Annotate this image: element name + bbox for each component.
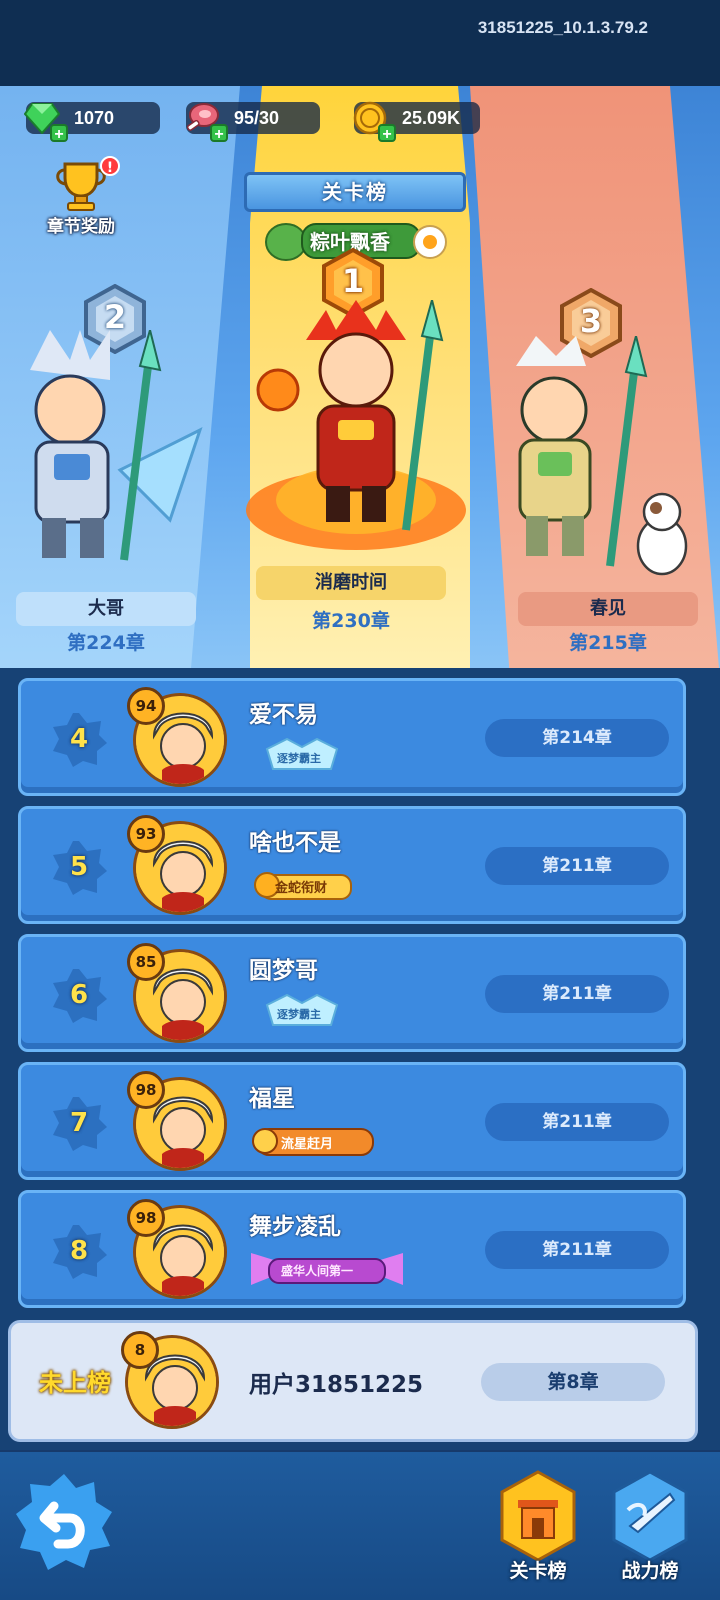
reward-alert-badge: ! bbox=[100, 156, 120, 176]
rank-2-hero[interactable] bbox=[0, 330, 210, 580]
gem-amount: 1070 bbox=[74, 107, 115, 128]
tab-stage-board-label: 关卡榜 bbox=[509, 1560, 567, 1582]
add-gem-icon[interactable]: + bbox=[50, 124, 68, 143]
title-badge: 逐梦霸主 bbox=[247, 991, 357, 1035]
ranking-row[interactable]: 4 94 爱不易 逐梦霸主 第214章 bbox=[18, 678, 686, 796]
stamina-amount: 95/30 bbox=[234, 107, 280, 128]
level-badge: 98 bbox=[127, 1199, 165, 1237]
title-badge-label: 逐梦霸主 bbox=[277, 752, 321, 765]
level-badge: 85 bbox=[127, 943, 165, 981]
my-level-badge: 8 bbox=[121, 1331, 159, 1369]
gem-counter[interactable]: + 1070 bbox=[24, 102, 160, 143]
title-badge: 金蛇衔财 bbox=[247, 863, 357, 907]
gold-amount: 25.09K bbox=[402, 107, 461, 128]
player-name: 圆梦哥 bbox=[249, 958, 318, 984]
my-rank-status: 未上榜 bbox=[39, 1369, 111, 1397]
add-gold-icon[interactable]: + bbox=[378, 124, 396, 143]
title-badge: 盛华人间第一 bbox=[247, 1247, 403, 1291]
ranking-row[interactable]: 5 93 啥也不是 金蛇衔财 第211章 bbox=[18, 806, 686, 924]
rank-3-name: 春见 bbox=[518, 592, 698, 626]
player-name: 啥也不是 bbox=[249, 830, 341, 856]
ranking-row[interactable]: 7 98 福星 流星赶月 第211章 bbox=[18, 1062, 686, 1180]
rank-number: 4 bbox=[69, 724, 89, 754]
chapter-pill: 第211章 bbox=[485, 1231, 669, 1269]
gate-icon bbox=[500, 1470, 576, 1562]
title-badge: 流星赶月 bbox=[247, 1119, 374, 1163]
chapter-pill: 第211章 bbox=[485, 1103, 669, 1141]
rank-2-name: 大哥 bbox=[16, 592, 196, 626]
sword-wing-icon bbox=[612, 1470, 688, 1562]
chapter-pill: 第214章 bbox=[485, 719, 669, 757]
rank-number: 6 bbox=[69, 980, 89, 1010]
rank-number: 7 bbox=[69, 1108, 89, 1138]
stamina-counter[interactable]: + 95/30 bbox=[186, 102, 320, 143]
tab-power-board[interactable]: 战力榜 bbox=[600, 1470, 700, 1594]
back-arrow-icon[interactable] bbox=[14, 1472, 114, 1572]
my-ranking-row[interactable]: 未上榜 8 用户31851225 第8章 bbox=[8, 1320, 698, 1442]
version-label: 31851225_10.1.3.79.2 bbox=[477, 18, 648, 37]
rank-2-chapter: 第224章 bbox=[67, 632, 145, 654]
rank-3-number: 3 bbox=[579, 302, 603, 340]
rank-1-chapter: 第230章 bbox=[312, 610, 390, 632]
rank-1-number: 1 bbox=[341, 262, 365, 300]
chapter-pill: 第211章 bbox=[485, 975, 669, 1013]
rank-number: 5 bbox=[69, 852, 89, 882]
bottom-nav: 关卡榜 战力榜 bbox=[0, 1452, 720, 1600]
title-badge-label: 流星赶月 bbox=[281, 1137, 334, 1152]
ranking-row[interactable]: 8 98 舞步凌乱 盛华人间第一 第211章 bbox=[18, 1190, 686, 1308]
level-badge: 98 bbox=[127, 1071, 165, 1109]
rank-3-chapter: 第215章 bbox=[569, 632, 647, 654]
chapter-reward-label: 章节奖励 bbox=[47, 217, 115, 237]
title-badge-label: 金蛇衔财 bbox=[275, 881, 328, 896]
level-badge: 93 bbox=[127, 815, 165, 853]
chapter-pill: 第211章 bbox=[485, 847, 669, 885]
rank-1-name: 消磨时间 bbox=[256, 566, 446, 600]
tab-power-board-label: 战力榜 bbox=[621, 1560, 679, 1582]
gold-counter[interactable]: + 25.09K bbox=[353, 101, 480, 143]
my-chapter-pill: 第8章 bbox=[481, 1363, 665, 1401]
player-name: 福星 bbox=[249, 1086, 295, 1112]
player-name: 爱不易 bbox=[249, 702, 318, 728]
rank-number: 8 bbox=[69, 1236, 89, 1266]
tab-stage-board[interactable]: 关卡榜 bbox=[488, 1470, 588, 1594]
title-badge-label: 逐梦霸主 bbox=[277, 1008, 321, 1021]
chapter-reward-button[interactable]: ! 章节奖励 bbox=[36, 156, 126, 237]
level-badge: 94 bbox=[127, 687, 165, 725]
stage-board-title: 关卡榜 bbox=[244, 172, 466, 212]
rank-3-hero[interactable] bbox=[476, 336, 696, 580]
title-badge: 逐梦霸主 bbox=[247, 735, 357, 779]
add-stamina-icon[interactable]: + bbox=[210, 124, 228, 143]
rank-1-hero[interactable] bbox=[236, 300, 476, 550]
ranking-row[interactable]: 6 85 圆梦哥 逐梦霸主 第211章 bbox=[18, 934, 686, 1052]
status-bar: 31851225_10.1.3.79.2 bbox=[0, 0, 720, 86]
my-player-name: 用户31851225 bbox=[249, 1372, 424, 1398]
player-name: 舞步凌乱 bbox=[249, 1214, 341, 1240]
title-badge-label: 盛华人间第一 bbox=[281, 1264, 354, 1278]
